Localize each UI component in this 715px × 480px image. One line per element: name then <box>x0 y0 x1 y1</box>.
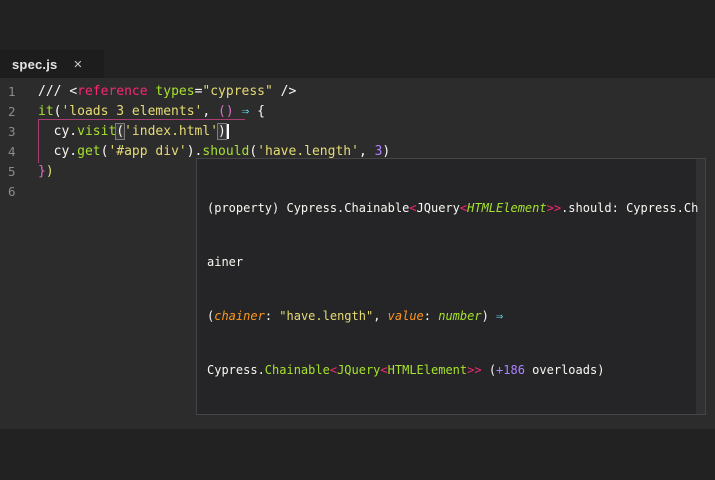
line-number: 4 <box>0 142 38 162</box>
code-token: >> <box>467 363 481 377</box>
code-token: cy. <box>38 144 77 159</box>
code-token: (property) Cypress.Chainable <box>207 201 409 215</box>
code-token: get <box>77 144 100 159</box>
tab-close-icon[interactable]: × <box>74 57 83 72</box>
code-token: it <box>38 104 54 119</box>
code-token: < <box>330 363 337 377</box>
code-token: < <box>380 363 387 377</box>
editor-header: spec.js × <box>0 0 715 78</box>
code-token: 'have.length' <box>257 144 359 159</box>
hover-signature: (property) Cypress.Chainable<JQuery<HTML… <box>197 159 705 415</box>
code-token: number <box>438 309 481 323</box>
code-token: +186 <box>496 363 525 377</box>
line-number: 2 <box>0 102 38 122</box>
code-token: ). <box>187 144 203 159</box>
code-line-content[interactable]: /// <reference types="cypress" /> <box>38 82 296 102</box>
code-token: /> <box>273 84 296 99</box>
code-token: JQuery <box>417 201 460 215</box>
code-token: should <box>202 144 249 159</box>
code-token: /// <box>38 84 69 99</box>
code-token: ) <box>46 164 54 179</box>
bottom-panel <box>0 429 715 480</box>
code-line-content[interactable]: }) <box>38 162 54 182</box>
line-number: 1 <box>0 82 38 102</box>
code-line-content[interactable]: it('loads 3 elements', () ⇒ { <box>38 102 265 122</box>
code-token: Cypress. <box>207 363 265 377</box>
code-token: < <box>69 84 77 99</box>
text-cursor <box>227 124 229 139</box>
code-token: { <box>249 104 265 119</box>
line-number: 6 <box>0 182 38 202</box>
code-token: 'index.html' <box>124 124 218 139</box>
tab-spec-js[interactable]: spec.js × <box>0 50 104 78</box>
code-token: , <box>359 144 375 159</box>
code-token: .should: Cypress.Ch <box>561 201 698 215</box>
code-token: Chainable <box>265 363 330 377</box>
code-token: value <box>388 309 424 323</box>
code-token: ) <box>482 309 496 323</box>
code-token: cy. <box>38 124 77 139</box>
code-token: : <box>265 309 279 323</box>
code-token: ( <box>116 124 124 139</box>
code-token: "cypress" <box>202 84 272 99</box>
hover-tooltip: (property) Cypress.Chainable<JQuery<HTML… <box>196 158 706 415</box>
signature-line: ainer <box>207 253 695 271</box>
code-token: >> <box>547 201 561 215</box>
code-token: } <box>38 164 46 179</box>
code-token: , <box>202 104 218 119</box>
code-editor-window: spec.js × 1 /// <reference types="cypres… <box>0 0 715 480</box>
code-token: ⇒ <box>496 309 503 323</box>
code-token: reference <box>77 84 147 99</box>
code-token: HTMLElement <box>467 201 546 215</box>
code-token: , <box>373 309 387 323</box>
tooltip-scrollbar[interactable] <box>696 159 705 414</box>
code-line[interactable]: 1 /// <reference types="cypress" /> <box>0 82 715 102</box>
code-token <box>234 104 242 119</box>
code-token: () <box>218 104 234 119</box>
code-token: visit <box>77 124 116 139</box>
code-token: JQuery <box>337 363 380 377</box>
line-number: 3 <box>0 122 38 142</box>
code-token: overloads) <box>525 363 604 377</box>
code-token: ) <box>382 144 390 159</box>
code-token: types <box>155 84 194 99</box>
code-line[interactable]: 2 it('loads 3 elements', () ⇒ { <box>0 102 715 122</box>
code-line-content[interactable]: cy.visit('index.html') <box>38 122 229 142</box>
signature-line: (property) Cypress.Chainable<JQuery<HTML… <box>207 199 695 217</box>
line-number: 5 <box>0 162 38 182</box>
code-token: chainer <box>214 309 265 323</box>
code-token: "have.length" <box>279 309 373 323</box>
code-token: 'loads 3 elements' <box>61 104 202 119</box>
signature-line: Cypress.Chainable<JQuery<HTMLElement>> (… <box>207 361 695 379</box>
code-token: '#app div' <box>108 144 186 159</box>
code-token: ( <box>249 144 257 159</box>
code-token: ( <box>482 363 496 377</box>
code-token: HTMLElement <box>388 363 467 377</box>
code-token: : <box>424 309 438 323</box>
tab-filename: spec.js <box>12 57 58 72</box>
code-line[interactable]: 3 cy.visit('index.html') <box>0 122 715 142</box>
code-token: ainer <box>207 255 243 269</box>
code-token: < <box>409 201 416 215</box>
signature-line: (chainer: "have.length", value: number) … <box>207 307 695 325</box>
code-token: ) <box>218 124 226 139</box>
